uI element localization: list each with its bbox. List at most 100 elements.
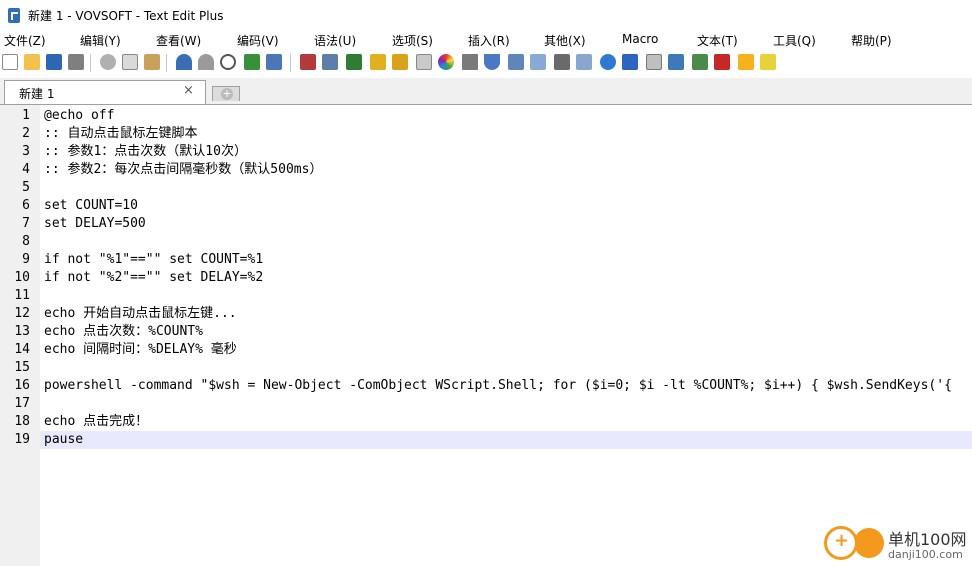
mail-icon[interactable] [530, 54, 546, 70]
print-icon[interactable] [68, 54, 84, 70]
open-folder-icon[interactable] [24, 54, 40, 70]
paste-icon[interactable] [144, 54, 160, 70]
watermark: + 单机100网 danji100.com [822, 522, 970, 566]
warning-icon[interactable] [738, 54, 754, 70]
menu-other[interactable]: 其他(X) [544, 32, 586, 49]
lock-alt-icon[interactable] [392, 54, 408, 70]
line-number: 1 [22, 108, 30, 123]
tab-new-1[interactable]: 新建 1 × [4, 80, 206, 104]
line-number: 5 [22, 180, 30, 195]
redo-icon[interactable] [198, 54, 214, 70]
toolbar-separator [90, 54, 91, 72]
tab-label: 新建 1 [19, 87, 55, 101]
text-editor[interactable]: 1 2 3 4 5 6 7 8 9 10 11 12 13 14 15 16 17 18 19 @echo off:… [0, 105, 972, 566]
toolbar [0, 50, 972, 76]
undo-icon[interactable] [176, 54, 192, 70]
copy-window-icon[interactable] [646, 54, 662, 70]
toolbar-separator [166, 54, 167, 72]
tab-strip: 新建 1 × + [0, 78, 972, 105]
monitor-icon[interactable] [322, 54, 338, 70]
code-line[interactable]: powershell -command "$wsh = New-Object -… [44, 377, 972, 395]
watermark-circle-icon [854, 528, 884, 558]
code-line[interactable]: echo 开始自动点击鼠标左键... [44, 305, 972, 323]
keyboard-icon[interactable] [576, 54, 592, 70]
code-line[interactable]: :: 自动点击鼠标左键脚本 [44, 125, 972, 143]
line-number: 17 [14, 396, 30, 411]
pen-icon[interactable] [462, 54, 478, 70]
color-wheel-icon[interactable] [438, 54, 454, 70]
line-number: 18 [14, 414, 30, 429]
line-number: 10 [14, 270, 30, 285]
line-number: 16 [14, 378, 30, 393]
watermark-text: 单机100网 [888, 530, 967, 549]
list-icon[interactable] [554, 54, 570, 70]
line-number: 14 [14, 342, 30, 357]
code-line[interactable]: echo 间隔时间：%DELAY% 毫秒 [44, 341, 972, 359]
text-tool-alt-icon[interactable] [692, 54, 708, 70]
code-line[interactable]: @echo off [44, 107, 972, 125]
code-line[interactable]: if not "%2"=="" set DELAY=%2 [44, 269, 972, 287]
code-line[interactable]: echo 点击次数：%COUNT% [44, 323, 972, 341]
menu-help[interactable]: 帮助(P) [851, 32, 892, 49]
app-logo-icon [8, 7, 20, 23]
line-number: 19 [14, 432, 30, 447]
note-icon[interactable] [760, 54, 776, 70]
code-line[interactable] [44, 179, 972, 197]
text-tool-icon[interactable] [668, 54, 684, 70]
code-line[interactable] [44, 359, 972, 377]
new-file-icon[interactable] [2, 54, 18, 70]
document-icon[interactable] [416, 54, 432, 70]
menu-file[interactable]: 文件(Z) [4, 32, 46, 49]
replace-icon[interactable] [244, 54, 260, 70]
window-icon[interactable] [508, 54, 524, 70]
line-number: 4 [22, 162, 30, 177]
save-icon[interactable] [46, 54, 62, 70]
menu-insert[interactable]: 插入(R) [468, 32, 510, 49]
code-line[interactable] [44, 287, 972, 305]
line-number: 12 [14, 306, 30, 321]
watermark-url: danji100.com [888, 548, 963, 561]
menu-edit[interactable]: 编辑(Y) [80, 32, 121, 49]
menu-tools[interactable]: 工具(Q) [773, 32, 816, 49]
code-line[interactable]: set DELAY=500 [44, 215, 972, 233]
cut-icon[interactable] [100, 54, 116, 70]
code-line[interactable]: set COUNT=10 [44, 197, 972, 215]
menu-syntax[interactable]: 语法(U) [314, 32, 356, 49]
copy-icon[interactable] [122, 54, 138, 70]
line-number: 3 [22, 144, 30, 159]
menu-view[interactable]: 查看(W) [156, 32, 201, 49]
line-number: 7 [22, 216, 30, 231]
menu-bar: 文件(Z) 编辑(Y) 查看(W) 编码(V) 语法(U) 选项(S) 插入(R… [0, 30, 972, 50]
arrows-vertical-icon[interactable] [622, 54, 638, 70]
line-number: 15 [14, 360, 30, 375]
code-line[interactable] [44, 395, 972, 413]
window-title: 新建 1 - VOVSOFT - Text Edit Plus [28, 8, 224, 23]
line-number: 9 [22, 252, 30, 267]
menu-text[interactable]: 文本(T) [697, 32, 738, 49]
goto-icon[interactable] [266, 54, 282, 70]
lock-icon[interactable] [370, 54, 386, 70]
filter-icon[interactable] [484, 54, 500, 70]
menu-encoding[interactable]: 编码(V) [237, 32, 279, 49]
add-tab-button[interactable]: + [212, 86, 240, 101]
code-line[interactable]: if not "%1"=="" set COUNT=%1 [44, 251, 972, 269]
code-line[interactable]: pause [44, 431, 972, 449]
find-icon[interactable] [220, 54, 236, 70]
calendar-icon[interactable] [714, 54, 730, 70]
code-line[interactable]: echo 点击完成！ [44, 413, 972, 431]
line-number: 13 [14, 324, 30, 339]
title-bar: 新建 1 - VOVSOFT - Text Edit Plus [0, 0, 972, 30]
chart-icon[interactable] [346, 54, 362, 70]
code-line[interactable] [44, 233, 972, 251]
line-number: 2 [22, 126, 30, 141]
menu-macro[interactable]: Macro [622, 32, 658, 46]
close-icon[interactable]: × [183, 83, 194, 98]
book-icon[interactable] [300, 54, 316, 70]
arrows-horizontal-icon[interactable] [600, 54, 616, 70]
toolbar-separator [290, 54, 291, 72]
code-line[interactable]: :: 参数1：点击次数（默认10次） [44, 143, 972, 161]
code-line[interactable]: :: 参数2：每次点击间隔毫秒数（默认500ms） [44, 161, 972, 179]
line-number: 11 [14, 288, 30, 303]
line-number: 8 [22, 234, 30, 249]
menu-options[interactable]: 选项(S) [392, 32, 433, 49]
